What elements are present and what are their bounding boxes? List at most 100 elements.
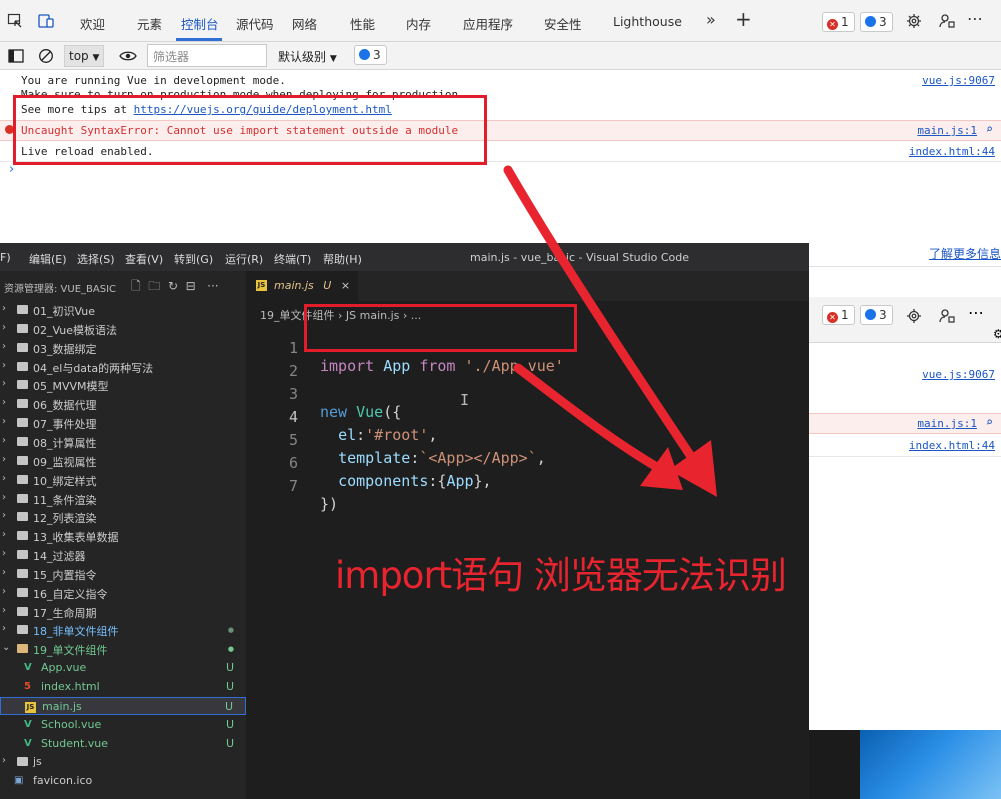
tree-item[interactable]: › 02_Vue模板语法 bbox=[0, 320, 246, 338]
chevron-right-icon[interactable]: › bbox=[2, 435, 6, 446]
close-tab-icon[interactable]: × bbox=[341, 279, 350, 292]
new-file-icon[interactable]: 🗋 bbox=[131, 279, 141, 293]
tree-item[interactable]: › 04_el与data的两种写法 bbox=[0, 358, 246, 376]
sidebar-toggle-icon[interactable] bbox=[8, 48, 24, 64]
tree-item[interactable]: › 08_计算属性 bbox=[0, 433, 246, 451]
chevron-right-icon[interactable]: › bbox=[2, 529, 6, 540]
console-source-link[interactable]: vue.js:9067 bbox=[922, 368, 995, 381]
tree-item[interactable]: › 17_生命周期 bbox=[0, 603, 246, 621]
message-count-badge[interactable]: 3 bbox=[860, 305, 893, 325]
chevron-right-icon[interactable]: › bbox=[2, 548, 6, 559]
error-count-badge[interactable]: ✕ 1 bbox=[822, 305, 855, 325]
tree-item[interactable]: 5 index.html U bbox=[0, 678, 246, 696]
settings-gear-icon[interactable] bbox=[906, 13, 922, 29]
menu-selection[interactable]: 选择(S) bbox=[77, 251, 115, 267]
code-line[interactable]: 6 components:{App}, bbox=[246, 436, 809, 490]
tree-item[interactable]: › js bbox=[0, 753, 246, 771]
tab-network[interactable]: 网络 bbox=[292, 14, 317, 33]
tab-lighthouse[interactable]: Lighthouse bbox=[613, 14, 682, 29]
clear-console-icon[interactable] bbox=[38, 48, 54, 64]
live-expression-eye-icon[interactable] bbox=[119, 48, 137, 64]
log-level-select[interactable]: 默认级别 ▼ bbox=[274, 45, 341, 67]
inspect-element-icon[interactable] bbox=[7, 13, 23, 29]
tree-item[interactable]: › 14_过滤器 bbox=[0, 546, 246, 564]
collapse-all-icon[interactable]: ⊟ bbox=[186, 279, 196, 293]
tree-item[interactable]: › 05_MVVM模型 bbox=[0, 376, 246, 394]
tree-item[interactable]: › 16_自定义指令 bbox=[0, 584, 246, 602]
console-filter-input[interactable]: 筛选器 bbox=[147, 44, 267, 67]
code-line[interactable]: 4 el:'#root', bbox=[246, 390, 809, 444]
context-select[interactable]: top ▼ bbox=[64, 45, 105, 67]
tab-application[interactable]: 应用程序 bbox=[463, 14, 513, 33]
more-tabs-chevron-icon[interactable]: » bbox=[706, 10, 716, 29]
tree-item[interactable]: › 03_数据绑定 bbox=[0, 339, 246, 357]
tree-item[interactable]: › 13_收集表单数据 bbox=[0, 527, 246, 545]
tab-memory[interactable]: 内存 bbox=[406, 14, 431, 33]
chevron-right-icon[interactable]: › bbox=[2, 755, 6, 766]
tree-item[interactable]: › 07_事件处理 bbox=[0, 414, 246, 432]
feedback-icon[interactable] bbox=[939, 13, 955, 29]
tree-item[interactable]: ⌄ 19_单文件组件 ● bbox=[0, 640, 246, 658]
code-line[interactable]: 3 new Vue({ bbox=[246, 367, 809, 421]
learn-more-link[interactable]: 了解更多信息 bbox=[929, 245, 1001, 262]
tree-item[interactable]: V App.vue U bbox=[0, 659, 246, 677]
chevron-right-icon[interactable]: › bbox=[2, 360, 6, 371]
message-count-badge[interactable]: 3 bbox=[860, 12, 893, 32]
tree-item[interactable]: › 15_内置指令 bbox=[0, 565, 246, 583]
settings-gear-icon[interactable]: ⚙ bbox=[993, 327, 1001, 341]
chevron-right-icon[interactable]: › bbox=[2, 605, 6, 616]
chevron-down-icon[interactable]: ⌄ bbox=[2, 642, 10, 653]
feedback-icon[interactable] bbox=[939, 308, 955, 324]
menu-run[interactable]: 运行(R) bbox=[225, 251, 263, 267]
console-source-link[interactable]: index.html:44 bbox=[909, 439, 995, 452]
menu-file[interactable]: F) bbox=[0, 251, 11, 264]
chevron-right-icon[interactable]: › bbox=[2, 416, 6, 427]
toolbar-message-badge[interactable]: 3 bbox=[354, 45, 387, 65]
menu-go[interactable]: 转到(G) bbox=[174, 251, 213, 267]
tree-item[interactable]: ▣ favicon.ico bbox=[0, 772, 246, 790]
add-tab-icon[interactable]: + bbox=[735, 7, 752, 31]
chevron-right-icon[interactable]: › bbox=[2, 303, 6, 314]
tree-item[interactable]: › 01_初识Vue bbox=[0, 301, 246, 319]
chevron-right-icon[interactable]: › bbox=[2, 567, 6, 578]
search-icon[interactable]: ⌕ bbox=[986, 122, 993, 136]
console-source-link[interactable]: main.js:1 bbox=[917, 124, 977, 137]
menu-view[interactable]: 查看(V) bbox=[125, 251, 163, 267]
chevron-right-icon[interactable]: › bbox=[2, 510, 6, 521]
tab-sources[interactable]: 源代码 bbox=[236, 14, 274, 33]
more-options-icon[interactable]: ⋯ bbox=[967, 9, 984, 28]
tab-console[interactable]: 控制台 bbox=[181, 14, 219, 33]
console-source-link[interactable]: index.html:44 bbox=[909, 145, 995, 158]
chevron-right-icon[interactable]: › bbox=[2, 473, 6, 484]
new-folder-icon[interactable]: 🗀 bbox=[148, 279, 160, 293]
console-source-link[interactable]: vue.js:9067 bbox=[922, 74, 995, 87]
chevron-right-icon[interactable]: › bbox=[2, 454, 6, 465]
tab-security[interactable]: 安全性 bbox=[544, 14, 582, 33]
chevron-right-icon[interactable]: › bbox=[2, 322, 6, 333]
more-actions-icon[interactable]: ··· bbox=[207, 279, 218, 293]
tab-welcome[interactable]: 欢迎 bbox=[80, 14, 105, 33]
tab-performance[interactable]: 性能 bbox=[350, 14, 375, 33]
chevron-right-icon[interactable]: › bbox=[2, 492, 6, 503]
tree-item[interactable]: › 12_列表渲染 bbox=[0, 508, 246, 526]
tree-item[interactable]: › 11_条件渲染 bbox=[0, 490, 246, 508]
search-icon[interactable]: ⌕ bbox=[986, 415, 993, 429]
chevron-right-icon[interactable]: › bbox=[2, 586, 6, 597]
error-count-badge[interactable]: ✕ 1 bbox=[822, 12, 855, 32]
console-source-link[interactable]: main.js:1 bbox=[917, 417, 977, 430]
code-line[interactable]: 7 }) bbox=[246, 459, 809, 513]
chevron-right-icon[interactable]: › bbox=[2, 378, 6, 389]
menu-help[interactable]: 帮助(H) bbox=[323, 251, 362, 267]
tree-item[interactable]: › 10_绑定样式 bbox=[0, 471, 246, 489]
more-options-icon[interactable]: ⋯ bbox=[968, 303, 984, 322]
settings-gear-icon[interactable] bbox=[906, 308, 922, 324]
tree-item[interactable]: V Student.vue U bbox=[0, 735, 246, 753]
menu-terminal[interactable]: 终端(T) bbox=[274, 251, 311, 267]
code-line[interactable]: 5 template:`<App></App>`, bbox=[246, 413, 809, 467]
tree-item[interactable]: › 18_非单文件组件 ● bbox=[0, 621, 246, 639]
refresh-icon[interactable]: ↻ bbox=[168, 279, 178, 293]
tree-item[interactable]: JS main.js U bbox=[0, 696, 246, 715]
chevron-right-icon[interactable]: › bbox=[2, 341, 6, 352]
tree-item[interactable]: › 09_监视属性 bbox=[0, 452, 246, 470]
device-emulation-icon[interactable] bbox=[38, 13, 54, 29]
